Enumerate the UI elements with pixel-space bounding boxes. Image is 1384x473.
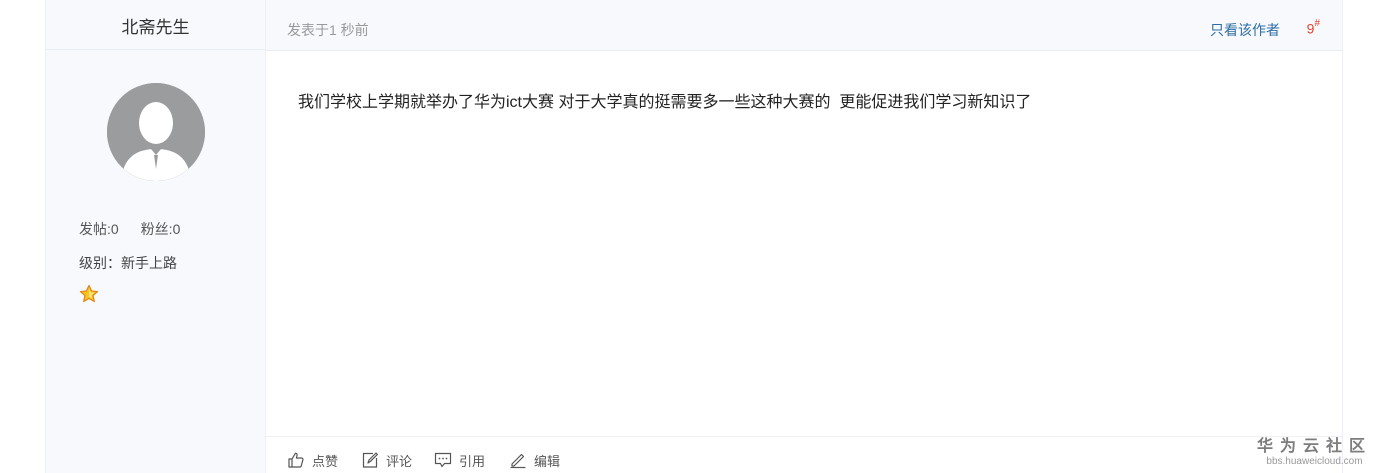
floor-mark: #: [1314, 18, 1320, 29]
edit-label: 编辑: [534, 453, 561, 469]
author-panel: 北斋先生 发帖:0 粉丝:0 级别：新手上路: [46, 0, 266, 473]
like-button[interactable]: 点赞: [287, 450, 338, 470]
quote-icon: [434, 452, 452, 468]
post-main: 发表于1 秒前 只看该作者 9# 我们学校上学期就举办了华为ict大赛 对于大学…: [266, 0, 1342, 473]
watermark-url: bbs.huaweicloud.com: [1266, 456, 1363, 467]
comment-label: 评论: [386, 453, 413, 469]
thumbs-up-icon: [288, 452, 304, 468]
edit-button[interactable]: 编辑: [509, 450, 560, 470]
site-watermark: 华为云社区 bbs.huaweicloud.com: [1257, 432, 1372, 467]
forum-post: 北斋先生 发帖:0 粉丝:0 级别：新手上路 发表于1 秒前 只看该作者 9#: [45, 0, 1343, 473]
post-content: 我们学校上学期就举办了华为ict大赛 对于大学真的挺需要多一些这种大赛的 更能促…: [298, 94, 1032, 111]
star-icon: [79, 284, 99, 304]
only-author-link[interactable]: 只看该作者: [1210, 20, 1280, 40]
comment-icon: [362, 452, 378, 468]
quote-label: 引用: [459, 453, 486, 469]
author-name[interactable]: 北斋先生: [46, 0, 265, 50]
posts-count: 发帖:0: [79, 221, 119, 237]
post-time: 发表于1 秒前: [287, 22, 369, 38]
edit-icon: [510, 453, 526, 469]
watermark-title: 华为云社区: [1256, 438, 1372, 455]
quote-button[interactable]: 引用: [434, 450, 485, 470]
action-bar: 点赞 评论 引用 编辑: [266, 436, 1342, 473]
floor-number[interactable]: 9#: [1307, 18, 1320, 37]
avatar[interactable]: [107, 83, 205, 181]
like-label: 点赞: [312, 453, 339, 469]
author-level: 级别：新手上路: [79, 255, 177, 271]
fans-count: 粉丝:0: [140, 221, 181, 237]
post-header: 发表于1 秒前 只看该作者 9#: [266, 0, 1342, 51]
avatar-placeholder-icon: [107, 83, 205, 181]
comment-button[interactable]: 评论: [361, 450, 412, 470]
author-stats: 发帖:0 粉丝:0: [79, 219, 180, 239]
